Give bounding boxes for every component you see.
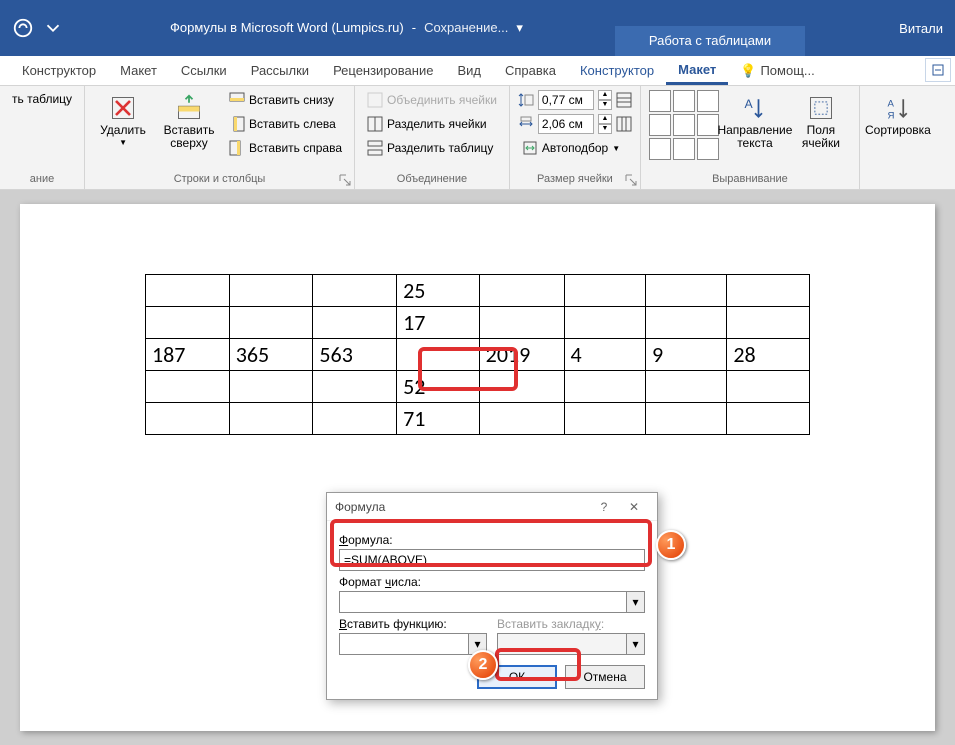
ribbon: ть таблицу ание Удалить▼ Вставить сверху… <box>0 86 955 190</box>
cell[interactable]: 563 <box>313 339 397 371</box>
cell[interactable]: 28 <box>727 339 810 371</box>
insert-function-combo[interactable] <box>339 633 487 655</box>
data-table[interactable]: 25 17 187 365 563 2019 4 9 28 52 71 <box>145 274 810 435</box>
svg-text:Я: Я <box>887 111 894 122</box>
group-label: Строки и столбцы <box>93 171 346 187</box>
text-direction-button[interactable]: A Направление текста <box>725 90 785 154</box>
dialog-titlebar: Формула ? ✕ <box>327 493 657 521</box>
cell[interactable]: 2019 <box>479 339 564 371</box>
group-table: ть таблицу ание <box>0 86 85 189</box>
group-cell-size: ▲▼ ▲▼ Автоподбор ▼ Размер ячейки <box>510 86 641 189</box>
chevron-down-icon[interactable]: ▾ <box>626 634 644 654</box>
tab-table-design[interactable]: Конструктор <box>568 56 666 85</box>
group-alignment: A Направление текста Поля ячейки Выравни… <box>641 86 860 189</box>
insert-above-button[interactable]: Вставить сверху <box>159 90 219 154</box>
insert-below-button[interactable]: Вставить снизу <box>225 90 346 110</box>
cell[interactable]: 365 <box>229 339 313 371</box>
save-status: Сохранение... <box>424 20 508 36</box>
autofit-button[interactable]: Автоподбор ▼ <box>518 138 632 158</box>
delete-button[interactable]: Удалить▼ <box>93 90 153 152</box>
distribute-columns-icon[interactable] <box>616 116 632 132</box>
tab-mailings[interactable]: Рассылки <box>239 56 321 85</box>
group-label <box>868 171 928 187</box>
active-cell[interactable] <box>397 339 480 371</box>
chevron-down-icon[interactable] <box>42 17 64 39</box>
cell[interactable]: 4 <box>564 339 645 371</box>
cell[interactable]: 71 <box>397 403 480 435</box>
insert-bookmark-label: Вставить закладку: <box>497 617 645 631</box>
cell[interactable]: 25 <box>397 275 480 307</box>
collapse-ribbon-button[interactable] <box>925 58 951 82</box>
tab-help[interactable]: Справка <box>493 56 568 85</box>
merge-cells-button: Объединить ячейки <box>363 90 501 110</box>
tab-layout-document[interactable]: Макет <box>108 56 169 85</box>
insert-left-button[interactable]: Вставить слева <box>225 114 346 134</box>
distribute-rows-icon[interactable] <box>616 92 632 108</box>
dialog-title: Формула <box>335 500 589 514</box>
close-button[interactable]: ✕ <box>619 500 649 514</box>
step-badge-1: 1 <box>656 530 686 560</box>
insert-right-button[interactable]: Вставить справа <box>225 138 346 158</box>
group-label: Объединение <box>363 171 501 187</box>
chevron-down-icon[interactable]: ▾ <box>626 592 644 612</box>
group-label: Размер ячейки <box>518 171 632 187</box>
tab-tell-me[interactable]: 💡Помощ... <box>728 56 826 85</box>
ribbon-tabs: Конструктор Макет Ссылки Рассылки Реценз… <box>0 56 955 86</box>
svg-text:A: A <box>744 97 753 111</box>
tab-design-document[interactable]: Конструктор <box>10 56 108 85</box>
column-width-input[interactable]: ▲▼ <box>518 114 632 134</box>
cell[interactable]: 17 <box>397 307 480 339</box>
group-label: Выравнивание <box>649 171 851 187</box>
split-table-button[interactable]: Разделить таблицу <box>363 138 501 158</box>
group-merge: Объединить ячейки Разделить ячейки Разде… <box>355 86 510 189</box>
doc-name: Формулы в Microsoft Word (Lumpics.ru) <box>170 20 404 36</box>
insert-bookmark-combo[interactable] <box>497 633 645 655</box>
cancel-button[interactable]: Отмена <box>565 665 645 689</box>
dialog-launcher-icon[interactable] <box>624 173 638 187</box>
cell[interactable]: 52 <box>397 371 480 403</box>
titlebar: Формулы в Microsoft Word (Lumpics.ru) - … <box>0 0 955 56</box>
number-format-label: Формат числа: <box>339 575 645 589</box>
formula-input[interactable] <box>339 549 645 571</box>
group-label: ание <box>8 171 76 187</box>
tab-view[interactable]: Вид <box>445 56 493 85</box>
alignment-grid[interactable] <box>649 90 719 160</box>
cell[interactable]: 187 <box>146 339 230 371</box>
sort-button[interactable]: АЯ Сортировка <box>868 90 928 141</box>
document-title: Формулы в Microsoft Word (Lumpics.ru) - … <box>170 20 523 36</box>
help-button[interactable]: ? <box>589 500 619 514</box>
number-format-combo[interactable] <box>339 591 645 613</box>
split-cells-button[interactable]: Разделить ячейки <box>363 114 501 134</box>
autosave-icon[interactable] <box>12 17 34 39</box>
cell[interactable]: 9 <box>645 339 726 371</box>
step-badge-2: 2 <box>468 650 498 680</box>
tab-table-layout[interactable]: Макет <box>666 56 728 85</box>
row-height-input[interactable]: ▲▼ <box>518 90 632 110</box>
formula-label: Формула: <box>339 533 645 547</box>
group-data: АЯ Сортировка <box>860 86 936 189</box>
draw-table-button[interactable]: ть таблицу <box>8 90 76 108</box>
cell-margins-button[interactable]: Поля ячейки <box>791 90 851 154</box>
table-tools-context: Работа с таблицами <box>615 26 805 56</box>
insert-function-label: Вставить функцию: <box>339 617 487 631</box>
tab-review[interactable]: Рецензирование <box>321 56 445 85</box>
tab-references[interactable]: Ссылки <box>169 56 239 85</box>
group-rows-columns: Удалить▼ Вставить сверху Вставить снизу … <box>85 86 355 189</box>
dialog-launcher-icon[interactable] <box>338 173 352 187</box>
quick-access-toolbar <box>0 17 64 39</box>
user-name[interactable]: Витали <box>899 21 943 36</box>
svg-text:А: А <box>887 98 894 109</box>
